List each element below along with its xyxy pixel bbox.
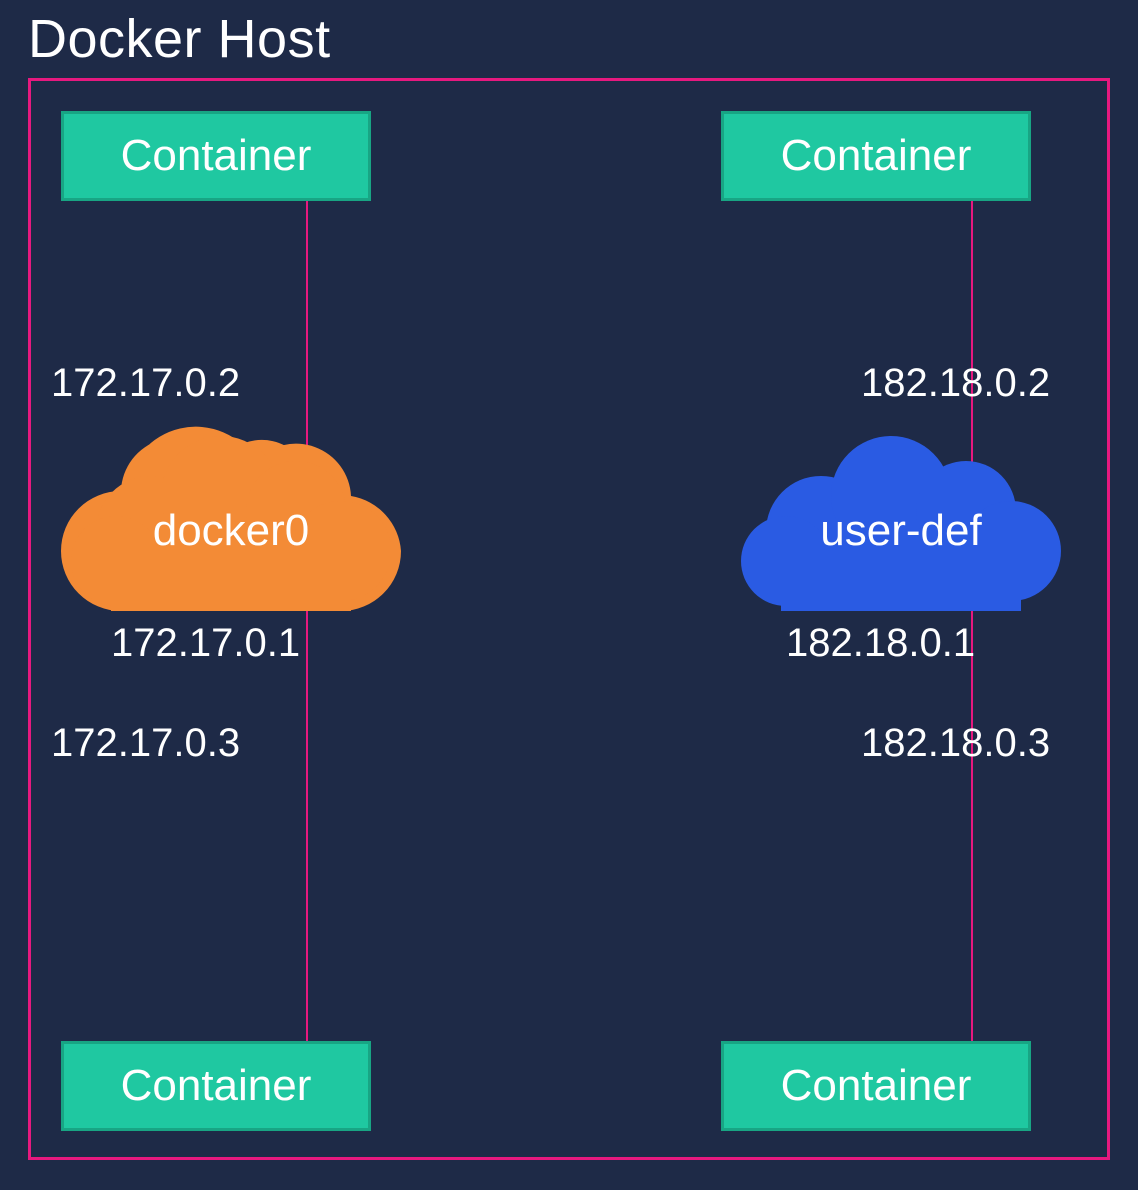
ip-label-left-gateway: 172.17.0.1 [111, 621, 300, 666]
container-box-left-bottom: Container [61, 1041, 371, 1131]
ip-label-right-bottom: 182.18.0.3 [861, 721, 1050, 766]
ip-label-right-top: 182.18.0.2 [861, 361, 1050, 406]
container-box-left-top: Container [61, 111, 371, 201]
page-title: Docker Host [28, 8, 331, 70]
container-label: Container [121, 1061, 312, 1111]
network-name-right: user-def [820, 506, 981, 556]
network-name-left: docker0 [153, 506, 310, 556]
container-box-right-top: Container [721, 111, 1031, 201]
ip-label-left-bottom: 172.17.0.3 [51, 721, 240, 766]
ip-label-right-gateway: 182.18.0.1 [786, 621, 975, 666]
container-label: Container [781, 1061, 972, 1111]
cloud-network-right: user-def [731, 411, 1071, 611]
ip-label-left-top: 172.17.0.2 [51, 361, 240, 406]
container-label: Container [781, 131, 972, 181]
connection-line-left [306, 201, 308, 1041]
cloud-network-left: docker0 [61, 411, 401, 611]
container-box-right-bottom: Container [721, 1041, 1031, 1131]
docker-host-box: Container 172.17.0.2 docker0 172.17.0.1 … [28, 78, 1110, 1160]
container-label: Container [121, 131, 312, 181]
